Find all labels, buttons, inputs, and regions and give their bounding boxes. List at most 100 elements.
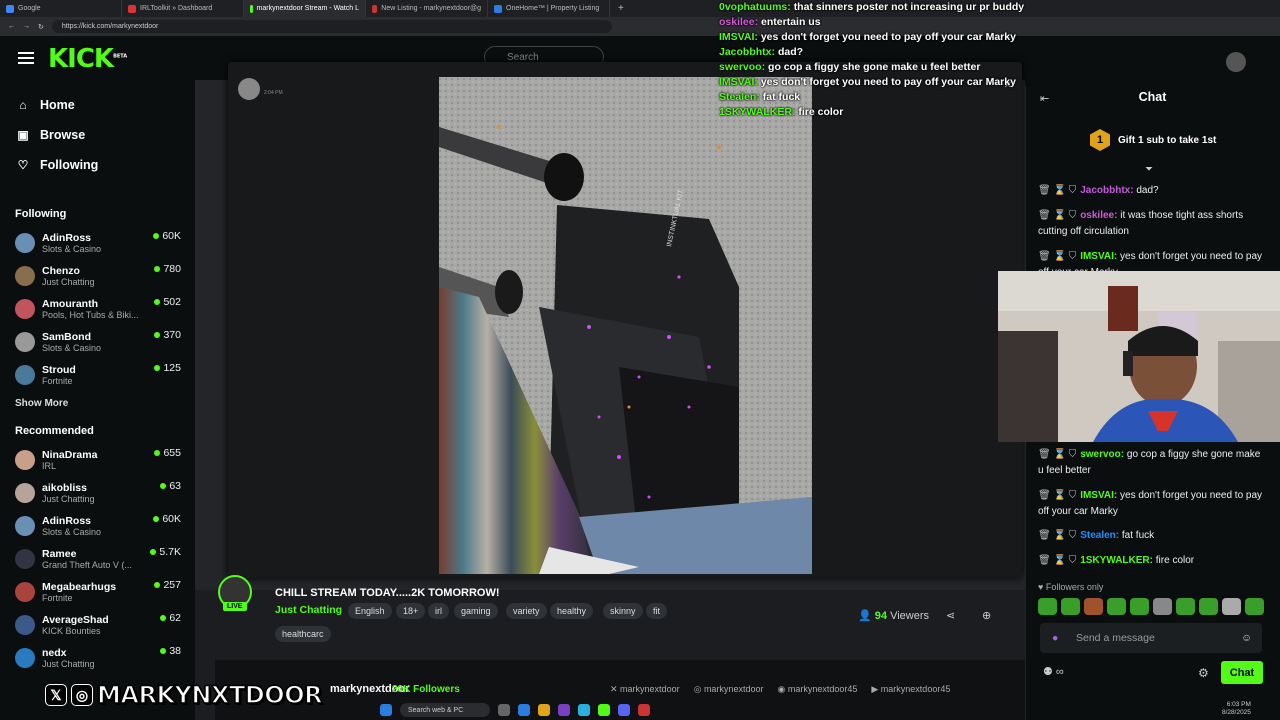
emote[interactable] bbox=[1176, 598, 1195, 615]
sidebar-channel-averageshad[interactable]: AverageShad KICK Bounties 62 bbox=[0, 608, 195, 641]
emote[interactable] bbox=[1130, 598, 1149, 615]
show-more-button[interactable]: Show More bbox=[0, 391, 195, 415]
browser-tab-google[interactable]: Google bbox=[0, 0, 122, 17]
instagram-social-link[interactable]: ◎ markynextdoor bbox=[694, 684, 764, 695]
taskbar-search[interactable]: Search web & PC bbox=[400, 703, 490, 717]
browser-tab-new-listing[interactable]: New Listing - markynextdoor@g bbox=[366, 0, 488, 17]
chat-message[interactable]: 🗑 ⌛ ⛉ Stealen: fat fuck bbox=[1038, 528, 1263, 544]
mod-tools-icon[interactable]: 🗑 ⌛ ⛉ bbox=[1038, 210, 1076, 221]
emote[interactable] bbox=[1153, 598, 1172, 615]
emote[interactable] bbox=[1038, 598, 1057, 615]
edge-icon[interactable] bbox=[518, 704, 530, 716]
browser-tab-kick[interactable]: markynextdoor Stream - Watch L bbox=[244, 0, 366, 17]
app-icon[interactable] bbox=[558, 704, 570, 716]
social-links: ✕ markynextdoor ◎ markynextdoor ◉ markyn… bbox=[610, 684, 950, 695]
app-icon[interactable] bbox=[598, 704, 610, 716]
stream-tag[interactable]: irl bbox=[428, 603, 449, 619]
sidebar-channel-nedx[interactable]: nedx Just Chatting 38 bbox=[0, 641, 195, 674]
stream-tag[interactable]: healthy bbox=[550, 603, 594, 619]
task-view-icon[interactable] bbox=[498, 704, 510, 716]
sidebar-channel-adinross[interactable]: AdinRoss Slots & Casino 60K bbox=[0, 509, 195, 542]
chat-username[interactable]: IMSVAI: bbox=[1080, 490, 1117, 501]
sidebar-item-label: Following bbox=[40, 158, 99, 172]
share-icon[interactable]: ⋖ bbox=[946, 609, 955, 622]
mod-tools-icon[interactable]: 🗑 ⌛ ⛉ bbox=[1038, 449, 1076, 460]
chat-username[interactable]: Stealen: bbox=[1080, 530, 1119, 541]
streamer-avatar[interactable]: LIVE bbox=[216, 575, 262, 615]
mod-tools-icon[interactable]: 🗑 ⌛ ⛉ bbox=[1038, 251, 1076, 262]
gift-text: Gift 1 sub to take 1st bbox=[1118, 134, 1217, 146]
mod-tools-icon[interactable]: 🗑 ⌛ ⛉ bbox=[1038, 490, 1076, 501]
emote[interactable] bbox=[1245, 598, 1264, 615]
discord-social-link[interactable]: ◉ markynextdoor45 bbox=[777, 684, 857, 695]
chat-message[interactable]: 🗑 ⌛ ⛉ 1SKYWALKER: fire color bbox=[1038, 553, 1263, 569]
forward-icon[interactable]: → bbox=[23, 23, 30, 30]
emoji-icon[interactable]: ☺ bbox=[1241, 632, 1252, 644]
sidebar-channel-aikobliss[interactable]: aikobliss Just Chatting 63 bbox=[0, 476, 195, 509]
sidebar-channel-ramee[interactable]: Ramee Grand Theft Auto V (... 5.7K bbox=[0, 542, 195, 575]
stream-category[interactable]: Just Chatting bbox=[275, 604, 342, 616]
chat-message[interactable]: 🗑 ⌛ ⛉ IMSVAI: yes don't forget you need t… bbox=[1038, 488, 1263, 519]
chat-username[interactable]: oskilee: bbox=[1080, 210, 1117, 221]
x-social-link[interactable]: ✕ markynextdoor bbox=[610, 684, 680, 695]
sidebar-channel-amouranth[interactable]: Amouranth Pools, Hot Tubs & Biki... 502 bbox=[0, 292, 195, 325]
sidebar-item-browse[interactable]: ▣ Browse bbox=[0, 120, 195, 150]
url-field[interactable]: https://kick.com/markynextdoor bbox=[51, 20, 612, 33]
points-icon[interactable]: ⚉ ∞ bbox=[1043, 665, 1064, 678]
avatar[interactable] bbox=[1226, 52, 1246, 72]
chat-message[interactable]: 🗑 ⌛ ⛉ oskilee: it was those tight ass sho… bbox=[1038, 208, 1263, 239]
kick-logo[interactable]: KICKBETA bbox=[48, 44, 127, 74]
discord-icon[interactable] bbox=[618, 704, 630, 716]
mod-tools-icon[interactable]: 🗑 ⌛ ⛉ bbox=[1038, 555, 1076, 566]
emote[interactable] bbox=[1061, 598, 1080, 615]
app-icon[interactable] bbox=[638, 704, 650, 716]
stream-tag[interactable]: fit bbox=[646, 603, 668, 619]
back-icon[interactable]: ← bbox=[8, 23, 15, 30]
settings-icon[interactable]: ⚙ bbox=[1198, 666, 1209, 680]
chat-input[interactable]: ● Send a message ☺ bbox=[1040, 623, 1262, 653]
chat-username[interactable]: Jacobbhtx: bbox=[1080, 185, 1133, 196]
browser-tab-irltoolkit[interactable]: IRLToolkit » Dashboard bbox=[122, 0, 244, 17]
filter-icon[interactable]: ⏷ bbox=[1145, 164, 1153, 175]
chat-username[interactable]: 1SKYWALKER: bbox=[1080, 555, 1153, 566]
emote[interactable] bbox=[1084, 598, 1103, 615]
mod-tools-icon[interactable]: 🗑 ⌛ ⛉ bbox=[1038, 185, 1076, 196]
sidebar-channel-sambond[interactable]: SamBond Slots & Casino 370 bbox=[0, 325, 195, 358]
gift-leaderboard[interactable]: 1 Gift 1 sub to take 1st bbox=[1090, 129, 1216, 151]
sidebar-channel-megabearhugs[interactable]: Megabearhugs Fortnite 257 bbox=[0, 575, 195, 608]
sidebar-channel-adinross[interactable]: AdinRoss Slots & Casino 60K bbox=[0, 226, 195, 259]
menu-icon[interactable] bbox=[18, 52, 34, 66]
emote[interactable] bbox=[1222, 598, 1241, 615]
stream-tag[interactable]: skinny bbox=[603, 603, 643, 619]
sidebar-channel-ninadrama[interactable]: NinaDrama IRL 655 bbox=[0, 443, 195, 476]
app-icon[interactable] bbox=[578, 704, 590, 716]
emote[interactable] bbox=[1199, 598, 1218, 615]
folder-icon[interactable] bbox=[538, 704, 550, 716]
stream-tag[interactable]: variety bbox=[506, 603, 547, 619]
sidebar-item-following[interactable]: ♡ Following bbox=[0, 150, 195, 180]
sidebar-channel-stroud[interactable]: Stroud Fortnite 125 bbox=[0, 358, 195, 391]
sidebar-item-home[interactable]: ⌂ Home bbox=[0, 90, 195, 120]
mod-tools-icon[interactable]: 🗑 ⌛ ⛉ bbox=[1038, 530, 1076, 541]
stream-tag[interactable]: healthcarc bbox=[275, 626, 331, 642]
chat-message[interactable]: 🗑 ⌛ ⛉ Jacobbhtx: dad? bbox=[1038, 183, 1263, 199]
add-user-icon[interactable]: ⊕ bbox=[982, 609, 991, 622]
mic-icon[interactable]: ● bbox=[1052, 632, 1058, 644]
sidebar-channel-chenzo[interactable]: Chenzo Just Chatting 780 bbox=[0, 259, 195, 292]
viewer-count: 125 bbox=[154, 362, 181, 374]
stream-tag[interactable]: 18+ bbox=[396, 603, 426, 619]
new-tab-icon[interactable]: + bbox=[610, 3, 624, 14]
chat-username[interactable]: swervoo: bbox=[1080, 449, 1124, 460]
stream-tag[interactable]: English bbox=[348, 603, 392, 619]
stream-tag[interactable]: gaming bbox=[454, 603, 498, 619]
chat-message[interactable]: 🗑 ⌛ ⛉ swervoo: go cop a figgy she gone ma… bbox=[1038, 447, 1263, 478]
youtube-social-link[interactable]: ▶ markynextdoor45 bbox=[871, 684, 950, 695]
browser-tab-onehome[interactable]: OneHome™ | Property Listing bbox=[488, 0, 610, 17]
windows-start-icon[interactable] bbox=[380, 704, 392, 716]
chat-username[interactable]: IMSVAI: bbox=[1080, 251, 1117, 262]
viewer-count: 5.7K bbox=[150, 546, 181, 558]
channel-category: Slots & Casino bbox=[42, 342, 102, 353]
emote[interactable] bbox=[1107, 598, 1126, 615]
reload-icon[interactable]: ↻ bbox=[38, 23, 44, 31]
send-chat-button[interactable]: Chat bbox=[1221, 661, 1263, 684]
